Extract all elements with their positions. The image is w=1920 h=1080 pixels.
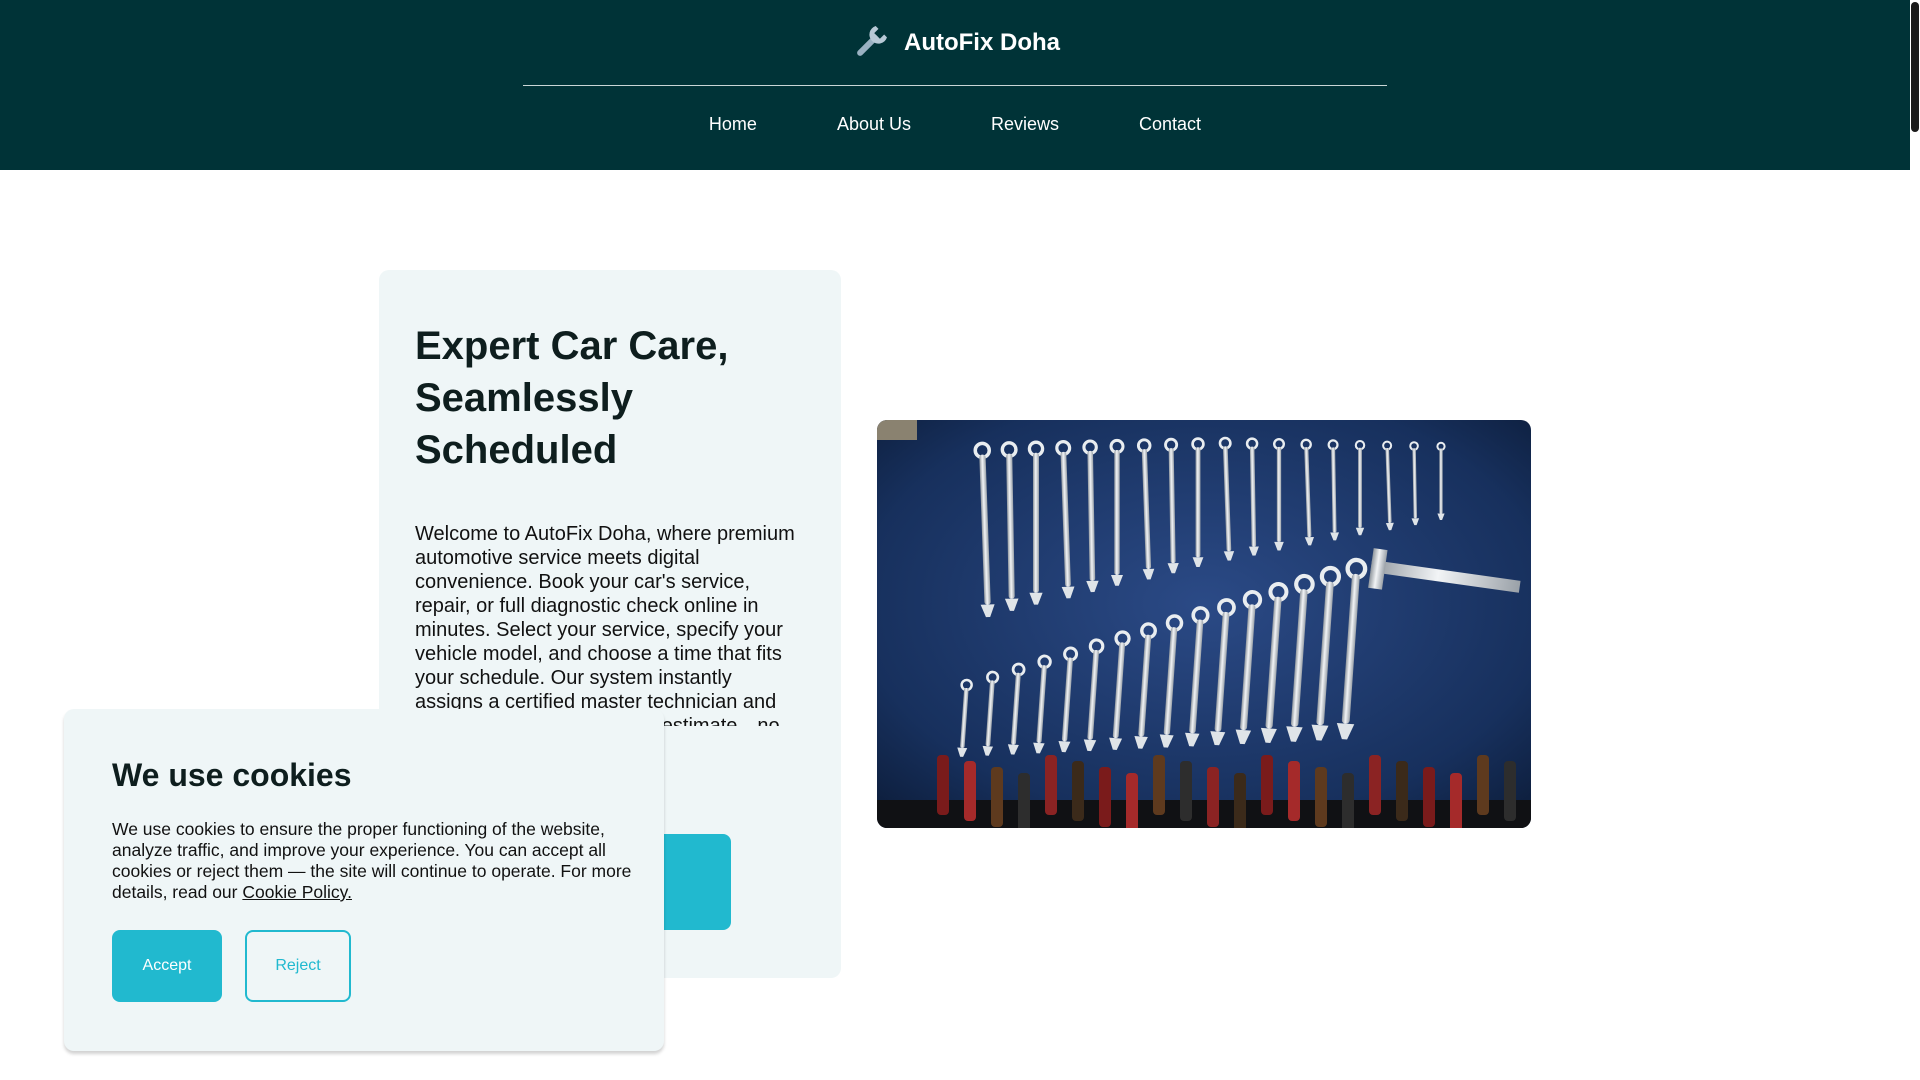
cookie-description: We use cookies to ensure the proper func… — [112, 819, 632, 903]
wrench-icon — [850, 23, 890, 63]
screwdriver-handle — [1288, 761, 1300, 821]
screwdriver-handle — [1369, 755, 1381, 815]
wall-corner — [877, 420, 917, 440]
screwdriver-handle — [1315, 767, 1327, 827]
tools-wall-illustration — [877, 420, 1531, 828]
reject-cookies-button[interactable]: Reject — [245, 930, 351, 1002]
nav-about-link[interactable]: About Us — [837, 114, 911, 144]
brand-name: AutoFix Doha — [904, 29, 1060, 56]
main-nav: Home About Us Reviews Contact — [0, 114, 1910, 144]
nav-reviews-link[interactable]: Reviews — [991, 114, 1059, 144]
screwdriver-handle — [1153, 755, 1165, 815]
screwdriver-handle — [1504, 761, 1516, 821]
hero-title: Expert Car Care, Seamlessly Scheduled — [415, 324, 729, 472]
header-divider — [523, 85, 1387, 86]
tools-wall-image — [877, 420, 1531, 828]
screwdriver-handle — [1099, 767, 1111, 827]
screwdriver-handle — [1018, 773, 1030, 828]
accept-cookies-button[interactable]: Accept — [112, 930, 222, 1002]
screwdriver-handle — [1045, 755, 1057, 815]
hero-description: Welcome to AutoFix Doha, where premium a… — [415, 523, 795, 726]
screwdriver-handle — [1207, 767, 1219, 827]
screwdriver-handle — [1423, 767, 1435, 827]
screwdriver-handle — [1261, 755, 1273, 815]
cookie-title: We use cookies — [112, 757, 352, 793]
brand[interactable]: AutoFix Doha — [0, 22, 1910, 64]
page-scrollbar[interactable] — [1910, 0, 1920, 1080]
nav-home-link[interactable]: Home — [709, 114, 757, 144]
nav-contact-link[interactable]: Contact — [1139, 114, 1201, 144]
scrollbar-thumb[interactable] — [1911, 2, 1919, 132]
screwdriver-handle — [1180, 761, 1192, 821]
screwdriver-handle — [991, 767, 1003, 827]
screwdriver-handle — [964, 761, 976, 821]
screwdriver-handle — [1396, 761, 1408, 821]
screwdriver-handle — [1450, 773, 1462, 828]
screwdriver-handle — [1072, 761, 1084, 821]
screwdriver-handle — [1342, 773, 1354, 828]
screwdriver-handle — [937, 755, 949, 815]
screwdriver-handle — [1126, 773, 1138, 828]
cookie-banner: We use cookies We use cookies to ensure … — [64, 709, 664, 1051]
site-header: AutoFix Doha Home About Us Reviews Conta… — [0, 0, 1910, 170]
cookie-text-body: We use cookies to ensure the proper func… — [112, 819, 632, 902]
screwdriver-handle — [1477, 755, 1489, 815]
screwdriver-handle — [1234, 773, 1246, 828]
cookie-policy-link[interactable]: Cookie Policy. — [242, 882, 352, 902]
